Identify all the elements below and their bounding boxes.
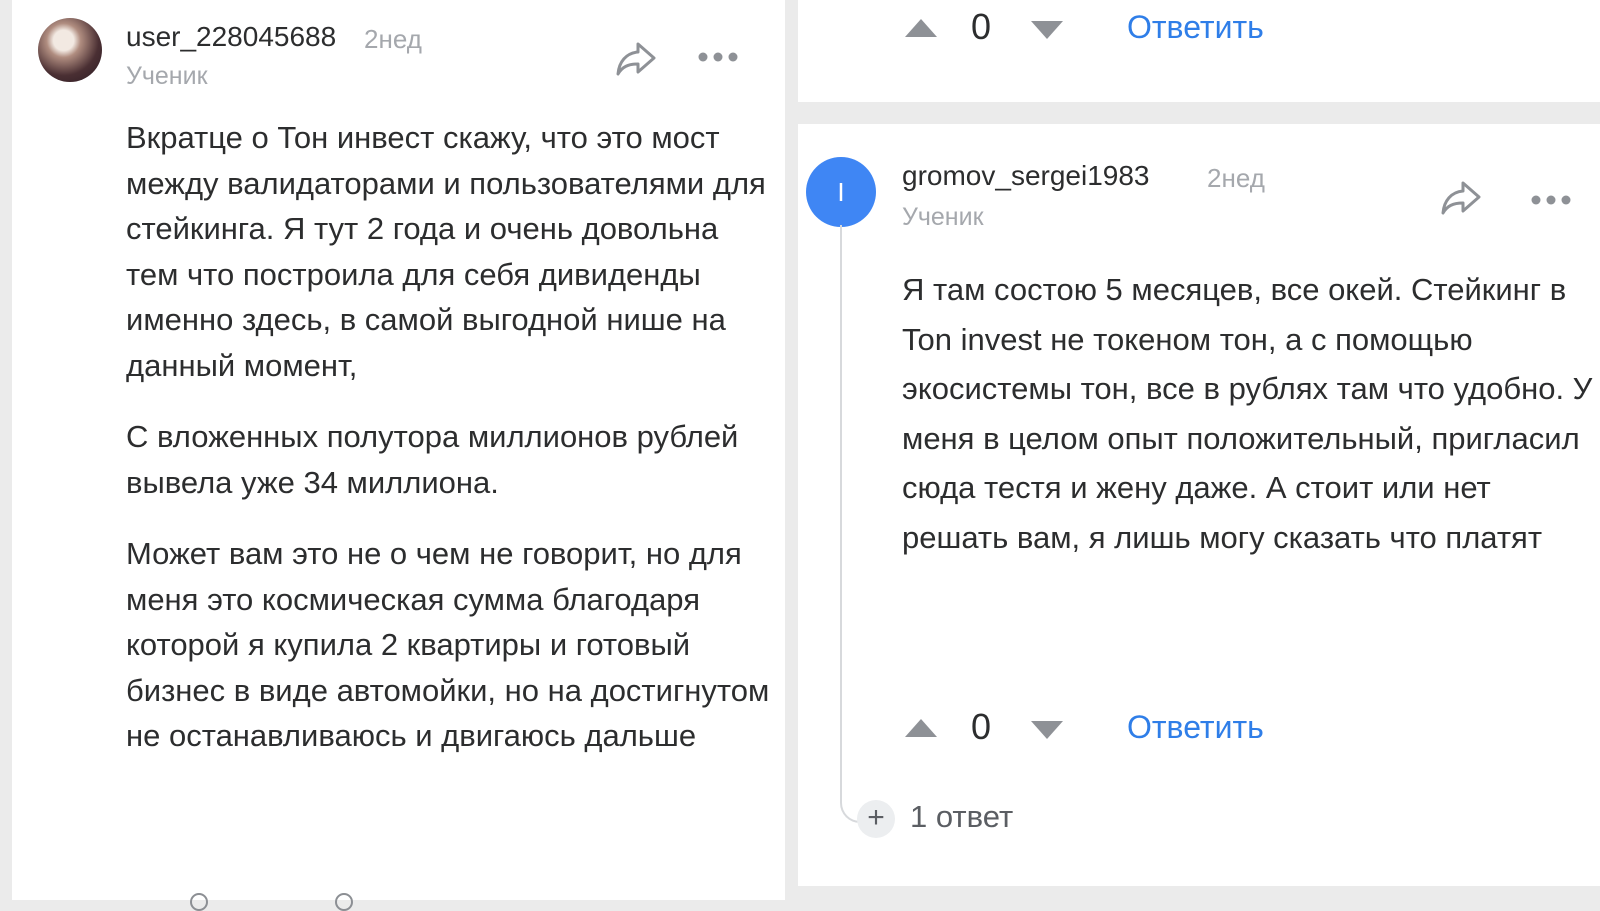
comment-body: Я там состою 5 месяцев, все окей. Стейки… — [902, 265, 1597, 562]
comment-paragraph: Вкратце о Тон инвест скажу, что это мост… — [126, 120, 766, 383]
comment-paragraph: Может вам это не о чем не говорит, но дл… — [126, 536, 770, 753]
expand-replies-icon[interactable]: + — [857, 800, 895, 838]
reply-button[interactable]: Ответить — [1127, 709, 1264, 746]
comment-author[interactable]: gromov_sergei1983 — [902, 160, 1150, 192]
thread-line — [840, 225, 866, 823]
partial-icon — [335, 893, 353, 911]
user-avatar-photo[interactable] — [38, 18, 102, 82]
comment-body: Вкратце о Тон инвест скажу, что это мост… — [126, 115, 776, 759]
comment-author[interactable]: user_228045688 — [126, 21, 336, 53]
author-role: Ученик — [126, 62, 208, 90]
replies-count-link[interactable]: 1 ответ — [910, 799, 1013, 835]
share-icon[interactable] — [614, 38, 658, 78]
more-options-icon[interactable] — [1530, 194, 1572, 206]
vote-score: 0 — [971, 6, 992, 47]
comment-time: 2нед — [364, 24, 422, 54]
comment-paragraph: Я там состою 5 месяцев, все окей. Стейки… — [902, 272, 1593, 555]
downvote-icon[interactable] — [1029, 719, 1065, 741]
comment-paragraph: С вложенных полутора миллионов рублей вы… — [126, 419, 739, 500]
reply-button[interactable]: Ответить — [1127, 9, 1264, 46]
share-icon[interactable] — [1439, 177, 1483, 217]
vote-score: 0 — [971, 706, 992, 747]
partial-icon — [190, 893, 208, 911]
user-avatar-letter[interactable]: I — [806, 157, 876, 227]
upvote-icon[interactable] — [903, 17, 939, 39]
more-options-icon[interactable] — [697, 51, 739, 63]
downvote-icon[interactable] — [1029, 19, 1065, 41]
upvote-icon[interactable] — [903, 717, 939, 739]
author-role: Ученик — [902, 203, 984, 231]
comment-time: 2нед — [1207, 163, 1265, 193]
